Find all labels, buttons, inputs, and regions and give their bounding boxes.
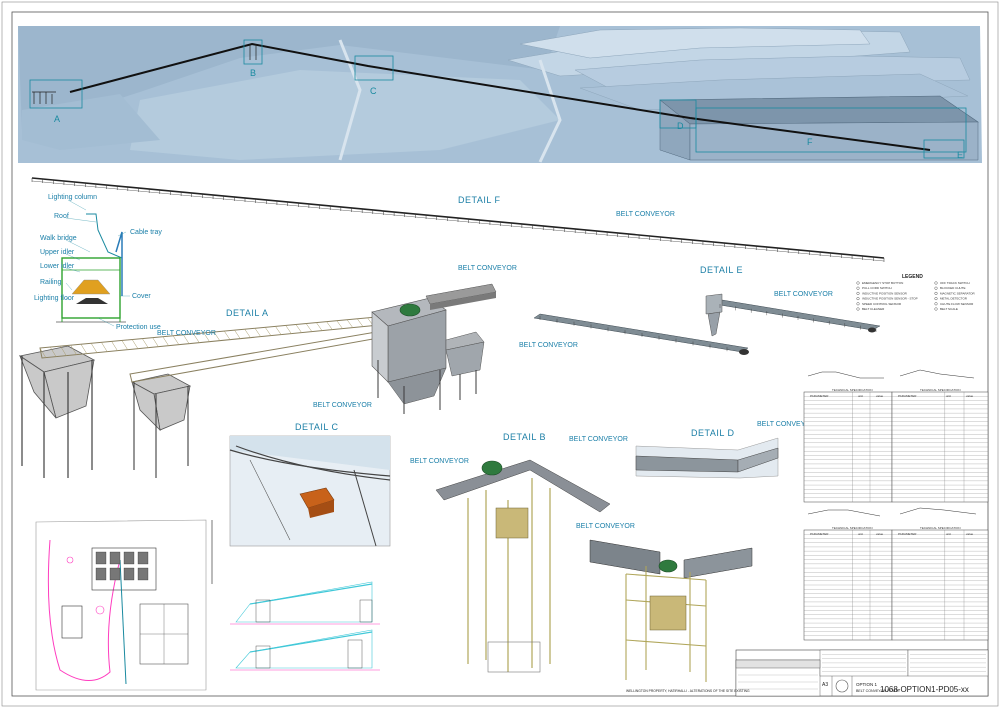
belt-conveyor-label-t1: BELT CONVEYOR — [576, 523, 635, 530]
belt-conveyor-label-e1: BELT CONVEYOR — [519, 342, 578, 349]
section-label: Cable tray — [130, 229, 162, 236]
section-label: Roof — [54, 213, 69, 220]
plan-equipment — [137, 551, 149, 565]
table-header: TECHNICAL SPECIFICATION — [832, 526, 873, 530]
legend-item: EMERGENCY STOP BUTTON — [862, 281, 903, 285]
legend-item: OFF TRACK SWITCH — [940, 281, 970, 285]
col-parameter: PARAMETER — [810, 532, 829, 536]
belt-conveyor-label-a3: BELT CONVEYOR — [458, 265, 517, 272]
belt-conveyor-label-a1: BELT CONVEYOR — [157, 330, 216, 337]
legend-item: MAGNETIC SEPARATOR — [940, 291, 976, 295]
option-label: OPTION 1 — [856, 682, 878, 687]
drawing-sheet: A B C D F E DETAIL F BELT CONVEYOR Light… — [1, 1, 999, 707]
section-label: Upper idler — [40, 249, 75, 256]
aerial-view: A B C D F E — [18, 26, 982, 163]
table-header: TECHNICAL SPECIFICATION — [920, 388, 961, 392]
legend-item: BELT CLEANER — [862, 307, 885, 311]
legend-item: BELT SCALE — [940, 307, 958, 311]
belt-conveyor-label-b2: BELT CONVEYOR — [569, 436, 628, 443]
legend-item: PULL CORD SWITCH — [862, 286, 892, 290]
col-unit: unit — [858, 394, 863, 398]
detail-c-title: DETAIL C — [295, 422, 339, 432]
section-label: Railing — [40, 279, 62, 286]
legend-item: BLOCKED CHUTE — [940, 286, 966, 290]
project-name: WELLINGTON PROPERTY, HATIRHALLI - ALTERA… — [626, 689, 750, 693]
table-header: TECHNICAL SPECIFICATION — [832, 388, 873, 392]
section-label: Protection use — [116, 324, 161, 331]
legend-item: INDUCTIVE POSITION SENSOR - STOP — [862, 297, 918, 301]
plan-equipment — [109, 567, 121, 581]
legend-item: SPEED CONTROL SENSOR — [862, 302, 902, 306]
detail-e-title: DETAIL E — [700, 265, 743, 275]
col-unit: unit — [946, 394, 951, 398]
detail-b-title: DETAIL B — [503, 432, 546, 442]
marker-f: F — [807, 137, 813, 147]
col-unit: unit — [946, 532, 951, 536]
belt-conveyor-label-f: BELT CONVEYOR — [616, 211, 675, 218]
sheet-size: A3 — [822, 682, 828, 688]
legend-item: CHUTE FLOW SENSOR — [940, 302, 974, 306]
section-label: Walk bridge — [40, 235, 77, 242]
detail-f-title: DETAIL F — [458, 195, 501, 205]
section-label: Lighting floor — [34, 295, 75, 302]
col-value: value — [966, 532, 974, 536]
marker-a: A — [54, 114, 60, 124]
legend-item: METAL DETECTOR — [940, 297, 968, 301]
plan-equipment — [123, 551, 135, 565]
plan-equipment — [123, 567, 135, 581]
plan-equipment — [95, 567, 107, 581]
drawing-number: 1068-OPTION1-PD05-xx — [880, 685, 969, 694]
table-header: TECHNICAL SPECIFICATION — [920, 526, 961, 530]
marker-e: E — [957, 150, 963, 160]
col-value: value — [876, 394, 884, 398]
belt-conveyor-label-e2: BELT CONVEYOR — [774, 291, 833, 298]
plan-equipment — [95, 551, 107, 565]
section-label: Lower idler — [40, 263, 75, 270]
plan-equipment — [109, 551, 121, 565]
section-label: Lighting column — [48, 194, 97, 201]
col-unit: unit — [858, 532, 863, 536]
col-parameter: PARAMETER — [898, 394, 917, 398]
section-label: Cover — [132, 293, 151, 300]
col-value: value — [966, 394, 974, 398]
belt-conveyor-label-a2: BELT CONVEYOR — [313, 402, 372, 409]
legend-title: LEGEND — [902, 274, 923, 280]
belt-conveyor-label-b1: BELT CONVEYOR — [410, 458, 469, 465]
marker-d: D — [677, 121, 684, 131]
col-value: value — [876, 532, 884, 536]
detail-a-title: DETAIL A — [226, 308, 269, 318]
marker-c: C — [370, 86, 377, 96]
col-parameter: PARAMETER — [810, 394, 829, 398]
marker-b: B — [250, 68, 256, 78]
detail-c: DETAIL C — [229, 422, 391, 547]
legend-item: INDUCTIVE POSITION SENSOR — [862, 291, 908, 295]
detail-d-title: DETAIL D — [691, 428, 735, 438]
col-parameter: PARAMETER — [898, 532, 917, 536]
plan-equipment — [137, 567, 149, 581]
